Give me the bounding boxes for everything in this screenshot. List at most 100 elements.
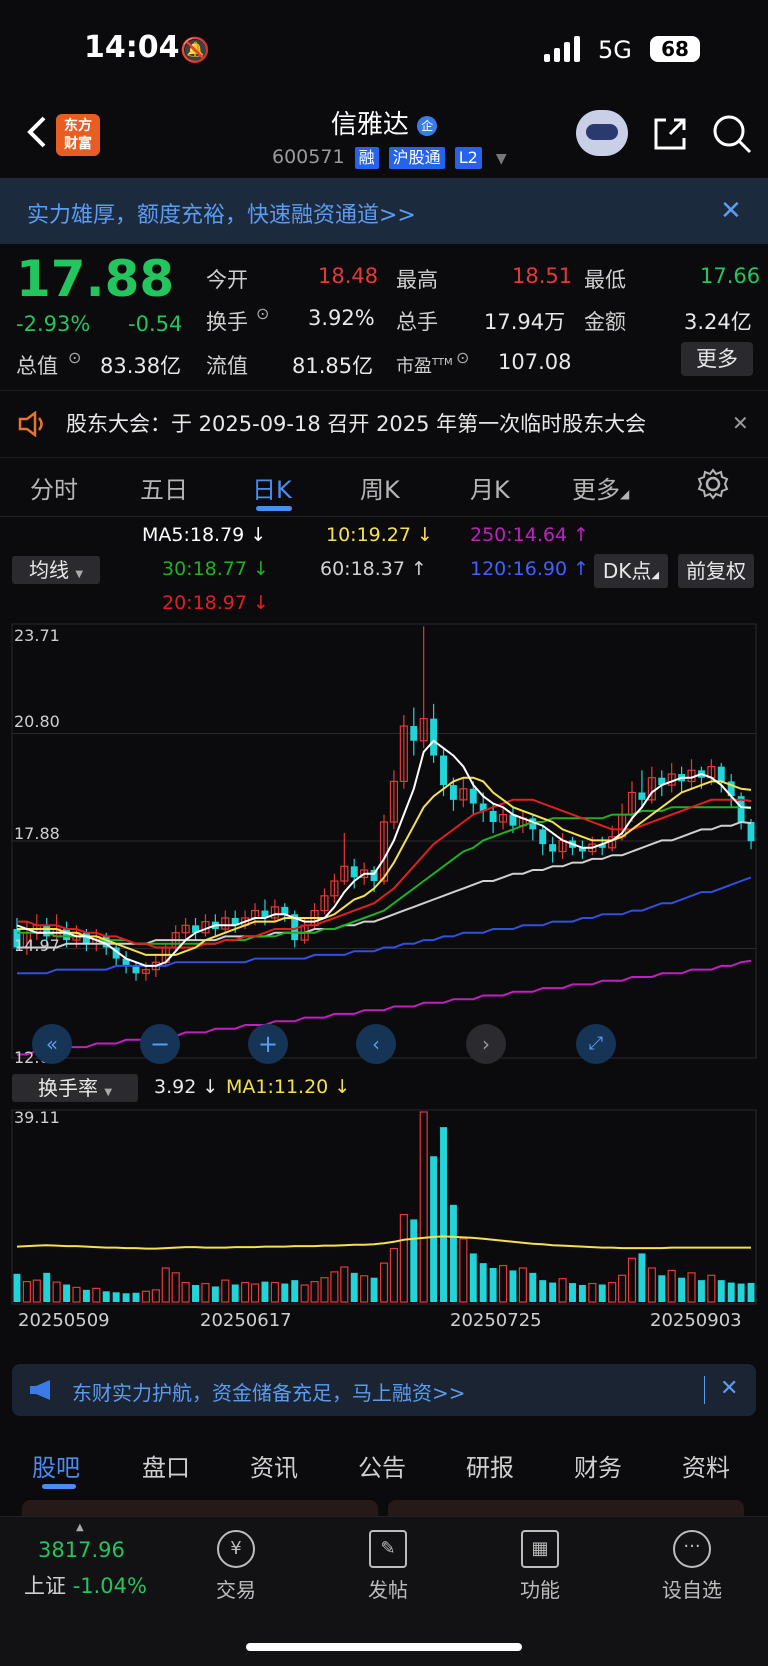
nav-trade[interactable]: ¥ 交易 [196, 1530, 276, 1603]
turnover-bar [132, 1292, 140, 1302]
tab-finance[interactable]: 财务 [574, 1448, 622, 1483]
info-icon[interactable]: ⊙ [68, 348, 81, 367]
candle-body [449, 785, 457, 800]
search-button[interactable] [710, 112, 754, 160]
index-value: 3817.96 [38, 1538, 125, 1562]
tab-intraday[interactable]: 分时 [30, 470, 78, 505]
turnover-bar [112, 1292, 120, 1302]
settings-button[interactable] [697, 468, 729, 504]
clock: 14:04 [84, 30, 180, 65]
zoom-out-button[interactable]: − [140, 1024, 180, 1064]
tab-5day[interactable]: 五日 [140, 470, 188, 505]
mktcap-label: 总值 [16, 354, 58, 378]
tab-research[interactable]: 研报 [466, 1448, 514, 1483]
index-widget[interactable]: ▲ 3817.96 上证 -1.04% [24, 1522, 174, 1602]
vol-ymax: 39.11 [14, 1108, 60, 1127]
info-icon[interactable]: ⊙ [456, 348, 469, 367]
share-button[interactable] [650, 114, 690, 158]
stock-code: 600571 [272, 146, 345, 168]
turnover-bar [370, 1277, 378, 1302]
ma120-label: 120:16.90 ↑ [470, 558, 590, 580]
ma60-label: 60:18.37 ↑ [320, 558, 427, 580]
candle-body [717, 766, 725, 782]
close-icon[interactable]: ✕ [720, 1376, 738, 1401]
float-value: 81.85亿 [292, 354, 374, 378]
nav-post-label: 发帖 [368, 1578, 408, 1602]
indicator-label: 换手率 [37, 1076, 98, 1100]
promo-banner-text: 实力雄厚，额度充裕，快速融资通道>> [27, 203, 416, 228]
adjust-button[interactable]: 前复权 [678, 554, 754, 588]
turnover-bar [449, 1204, 457, 1302]
turnover-bar [518, 1267, 527, 1303]
tab-guba[interactable]: 股吧 [32, 1448, 80, 1483]
turnover-bar [469, 1253, 477, 1302]
ma-selector[interactable]: 均线 ▼ [12, 556, 100, 584]
ma5-value: MA5:18.79 [142, 524, 245, 546]
stock-name: 信雅达 [330, 110, 409, 140]
turnover-bar [440, 1127, 447, 1302]
stock-code-row[interactable]: 600571 融 沪股通 L2 ▼ [272, 146, 507, 169]
high-label: 最高 [396, 268, 438, 292]
ma250-value: 250:14.64 [470, 524, 568, 546]
tab-weekly-k[interactable]: 周K [360, 470, 400, 505]
candle-body [469, 788, 477, 804]
turnover-bar [678, 1277, 686, 1302]
scroll-right-button[interactable]: › [466, 1024, 506, 1064]
dk-point-button[interactable]: DK点◢ [594, 554, 668, 588]
tab-pankou[interactable]: 盘口 [142, 1448, 190, 1483]
close-icon[interactable]: ✕ [720, 196, 742, 226]
robot-avatar[interactable] [576, 110, 628, 156]
info-icon[interactable]: ⊙ [256, 304, 269, 323]
turnover-bar [618, 1274, 627, 1303]
status-bar: 14:04 🔕 5G 68 [0, 0, 768, 100]
promo-banner-bottom[interactable]: 东财实力护航，资金储备充足，马上融资>> ✕ [12, 1364, 756, 1416]
turnover-bar [647, 1267, 656, 1303]
divider [704, 1376, 705, 1404]
scroll-left-button[interactable]: ‹ [356, 1024, 396, 1064]
turnover-bar [667, 1269, 676, 1303]
xtick: 20250509 [18, 1310, 110, 1331]
ma30-label: 30:18.77 ↓ [162, 558, 269, 580]
tab-news[interactable]: 资讯 [250, 1448, 298, 1483]
turnover-ma1: MA1:11.20 ↓ [226, 1076, 351, 1098]
zoom-in-button[interactable]: + [248, 1024, 288, 1064]
turnover-bar [281, 1283, 289, 1302]
close-icon[interactable]: ✕ [732, 411, 749, 435]
turnover-bar [63, 1284, 71, 1302]
tab-monthly-k[interactable]: 月K [470, 470, 510, 505]
nav-post[interactable]: ✎ 发帖 [348, 1530, 428, 1603]
turnover-bar [300, 1284, 309, 1303]
turnover-bar [419, 1111, 428, 1303]
tab-daily-k[interactable]: 日K [252, 470, 292, 505]
tag-margin: 融 [354, 147, 379, 169]
change-amount: -0.54 [128, 312, 183, 336]
tab-profile[interactable]: 资料 [682, 1448, 730, 1483]
tab-more[interactable]: 更多◢ [572, 470, 629, 505]
turnover-bar [658, 1275, 666, 1302]
turnover-bar [161, 1267, 170, 1303]
notice-text: 股东大会：于 2025-09-18 召开 2025 年第一次临时股东大会 [66, 412, 647, 436]
candle-body [489, 810, 497, 822]
turnover-bar [558, 1278, 567, 1303]
kline-chart[interactable] [0, 620, 768, 1340]
fullscreen-button[interactable]: ⤢ [576, 1024, 616, 1064]
indicator-selector[interactable]: 换手率 ▼ [12, 1074, 138, 1102]
turnover-bar [737, 1283, 745, 1302]
turnover-bar [192, 1284, 199, 1302]
candle-body [549, 844, 557, 852]
turnover-bar [250, 1283, 260, 1303]
speaker-icon [18, 411, 43, 437]
turnover-bar [22, 1280, 31, 1303]
yen-refresh-icon: ¥ [217, 1530, 255, 1568]
promo-banner-top[interactable]: 实力雄厚，额度充裕，快速融资通道>> ✕ [0, 178, 768, 244]
nav-add-watch[interactable]: ··· 设自选 [652, 1530, 732, 1603]
nav-watch-label: 设自选 [662, 1578, 722, 1602]
more-button[interactable]: 更多 [681, 342, 753, 376]
robot-face-icon [586, 124, 618, 140]
scroll-left-fast-button[interactable]: « [32, 1024, 72, 1064]
xtick: 20250725 [450, 1310, 542, 1331]
share-icon [654, 118, 686, 150]
nav-function[interactable]: ▦ 功能 [500, 1530, 580, 1603]
tab-announcement[interactable]: 公告 [358, 1448, 406, 1483]
candle-body [410, 726, 418, 741]
